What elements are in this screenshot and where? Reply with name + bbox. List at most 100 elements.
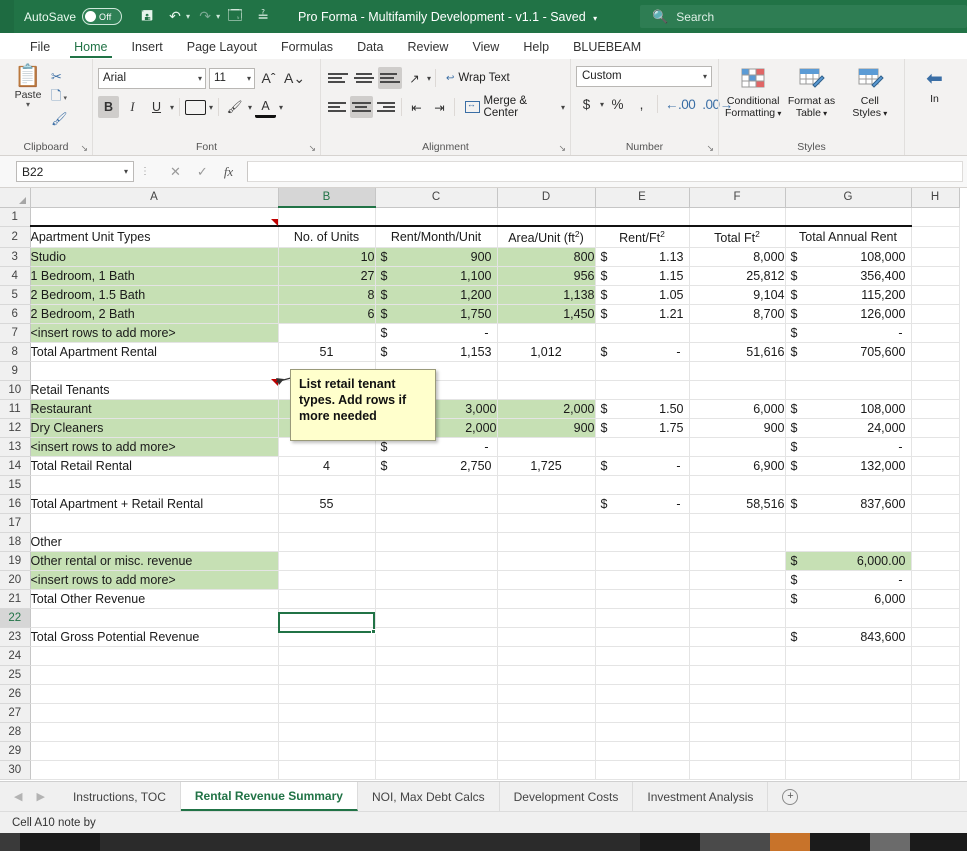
copy-dropdown-icon[interactable]: ▾	[63, 94, 67, 102]
cell-h2[interactable]	[911, 226, 960, 248]
cell-g15[interactable]	[784, 475, 912, 495]
cut-button[interactable]: ✂	[51, 67, 68, 86]
fill-color-icon[interactable]: 🖌	[224, 96, 245, 118]
cell-c6[interactable]: $1,750	[374, 304, 498, 324]
cell-c27[interactable]	[375, 703, 498, 723]
number-dialog-launcher[interactable]: ↘	[706, 143, 714, 154]
cell-c2[interactable]: Rent/Month/Unit	[374, 225, 498, 248]
comma-style-button[interactable]: ,	[631, 93, 652, 115]
cell-h25[interactable]	[911, 665, 960, 685]
cell-a10[interactable]: Retail Tenants	[30, 380, 279, 400]
print-preview-icon[interactable]: 🗔	[222, 5, 248, 29]
row-header-14[interactable]: 14	[0, 456, 31, 476]
cell-a30[interactable]	[30, 760, 279, 780]
sheet-navigation[interactable]: ◀ ▶	[0, 782, 59, 811]
cell-e25[interactable]	[595, 665, 690, 685]
cell-h4[interactable]	[911, 266, 960, 286]
row-header-11[interactable]: 11	[0, 399, 31, 419]
ribbon-tab-help[interactable]: Help	[511, 37, 561, 58]
cell-g8[interactable]: $705,600	[784, 341, 912, 362]
cell-d23[interactable]	[497, 627, 596, 647]
row-header-7[interactable]: 7	[0, 323, 31, 343]
number-format-dropdown-icon[interactable]: ▾	[703, 67, 707, 86]
cell-c23[interactable]	[375, 627, 498, 647]
cell-f28[interactable]	[689, 722, 786, 742]
cell-d11[interactable]: 2,000	[497, 398, 596, 419]
cell-a2[interactable]: Apartment Unit Types	[30, 225, 279, 248]
cell-e23[interactable]	[595, 627, 690, 647]
name-box-dropdown-icon[interactable]: ▾	[124, 167, 128, 176]
cell-f14[interactable]: 6,900	[688, 455, 786, 476]
row-header-6[interactable]: 6	[0, 304, 31, 324]
sheet-tab-instructions-toc[interactable]: Instructions, TOC	[58, 782, 181, 811]
cell-g21[interactable]: $6,000	[784, 588, 912, 609]
cell-c7[interactable]: $ -	[374, 323, 498, 343]
row-header-8[interactable]: 8	[0, 342, 31, 362]
cell-h11[interactable]	[911, 399, 960, 419]
cell-g25[interactable]	[785, 665, 912, 685]
cell-d15[interactable]	[497, 475, 596, 495]
cell-c24[interactable]	[375, 646, 498, 666]
cell-f26[interactable]	[689, 684, 786, 704]
cell-c19[interactable]	[375, 551, 498, 571]
cell-styles-button[interactable]: Cell Styles ▾	[841, 64, 899, 120]
cell-d13[interactable]	[497, 437, 596, 457]
cell-e26[interactable]	[595, 684, 690, 704]
cell-c16[interactable]	[374, 493, 498, 514]
redo-dropdown-icon[interactable]: ▾	[216, 12, 220, 21]
cell-e17[interactable]	[595, 513, 690, 533]
cell-g20[interactable]: $ -	[784, 570, 912, 590]
cell-d28[interactable]	[497, 722, 596, 742]
cell-a28[interactable]	[30, 722, 279, 742]
next-sheet-icon[interactable]: ▶	[36, 790, 44, 803]
number-format-select[interactable]: Custom ▾	[576, 66, 712, 87]
conditional-formatting-dropdown-icon[interactable]: ▾	[775, 109, 781, 118]
cell-d16[interactable]	[497, 493, 596, 514]
cell-g29[interactable]	[785, 741, 912, 761]
cell-g17[interactable]	[784, 513, 912, 533]
cell-e30[interactable]	[595, 760, 690, 780]
cell-h17[interactable]	[911, 513, 960, 533]
ribbon-tab-bluebeam[interactable]: BLUEBEAM	[561, 37, 653, 58]
row-header-13[interactable]: 13	[0, 437, 31, 457]
add-sheet-button[interactable]: +	[768, 782, 812, 811]
row-header-29[interactable]: 29	[0, 741, 31, 761]
cell-b25[interactable]	[278, 665, 376, 685]
align-left-icon[interactable]	[326, 96, 348, 118]
column-header-h[interactable]: H	[911, 188, 960, 208]
cell-d8[interactable]: 1,012	[497, 341, 596, 362]
cell-d12[interactable]: 900	[497, 418, 596, 438]
cell-d7[interactable]	[497, 323, 596, 343]
cell-a8[interactable]: Total Apartment Rental	[30, 341, 279, 362]
align-right-icon[interactable]	[375, 96, 397, 118]
cell-g3[interactable]: $108,000	[784, 247, 912, 267]
cell-d22[interactable]	[497, 608, 596, 628]
cell-g18[interactable]	[784, 532, 912, 552]
cell-f13[interactable]	[688, 437, 786, 457]
cell-a12[interactable]: Dry Cleaners	[30, 418, 279, 438]
cell-h24[interactable]	[911, 646, 960, 666]
cell-d4[interactable]: 956	[497, 266, 596, 286]
cell-h6[interactable]	[911, 304, 960, 324]
row-header-4[interactable]: 4	[0, 266, 31, 286]
cell-b30[interactable]	[278, 760, 376, 780]
cell-b29[interactable]	[278, 741, 376, 761]
insert-cells-icon[interactable]: ⬅	[926, 62, 943, 91]
cell-a1[interactable]	[30, 207, 279, 227]
formula-bar-grip[interactable]: ⋮	[134, 166, 156, 177]
cell-h21[interactable]	[911, 589, 960, 609]
row-header-30[interactable]: 30	[0, 760, 31, 780]
cell-h30[interactable]	[911, 760, 960, 780]
cell-h19[interactable]	[911, 551, 960, 571]
clipboard-dialog-launcher[interactable]: ↘	[80, 143, 88, 154]
cell-a29[interactable]	[30, 741, 279, 761]
cell-h28[interactable]	[911, 722, 960, 742]
cell-f27[interactable]	[689, 703, 786, 723]
ribbon-tab-file[interactable]: File	[18, 37, 62, 58]
row-header-22[interactable]: 22	[0, 608, 31, 628]
increase-decimal-icon[interactable]: ←.00	[663, 93, 697, 115]
document-title-dropdown-icon[interactable]: ▾	[593, 14, 597, 23]
alignment-dialog-launcher[interactable]: ↘	[558, 143, 566, 154]
cell-h13[interactable]	[911, 437, 960, 457]
cell-f21[interactable]	[689, 588, 786, 609]
